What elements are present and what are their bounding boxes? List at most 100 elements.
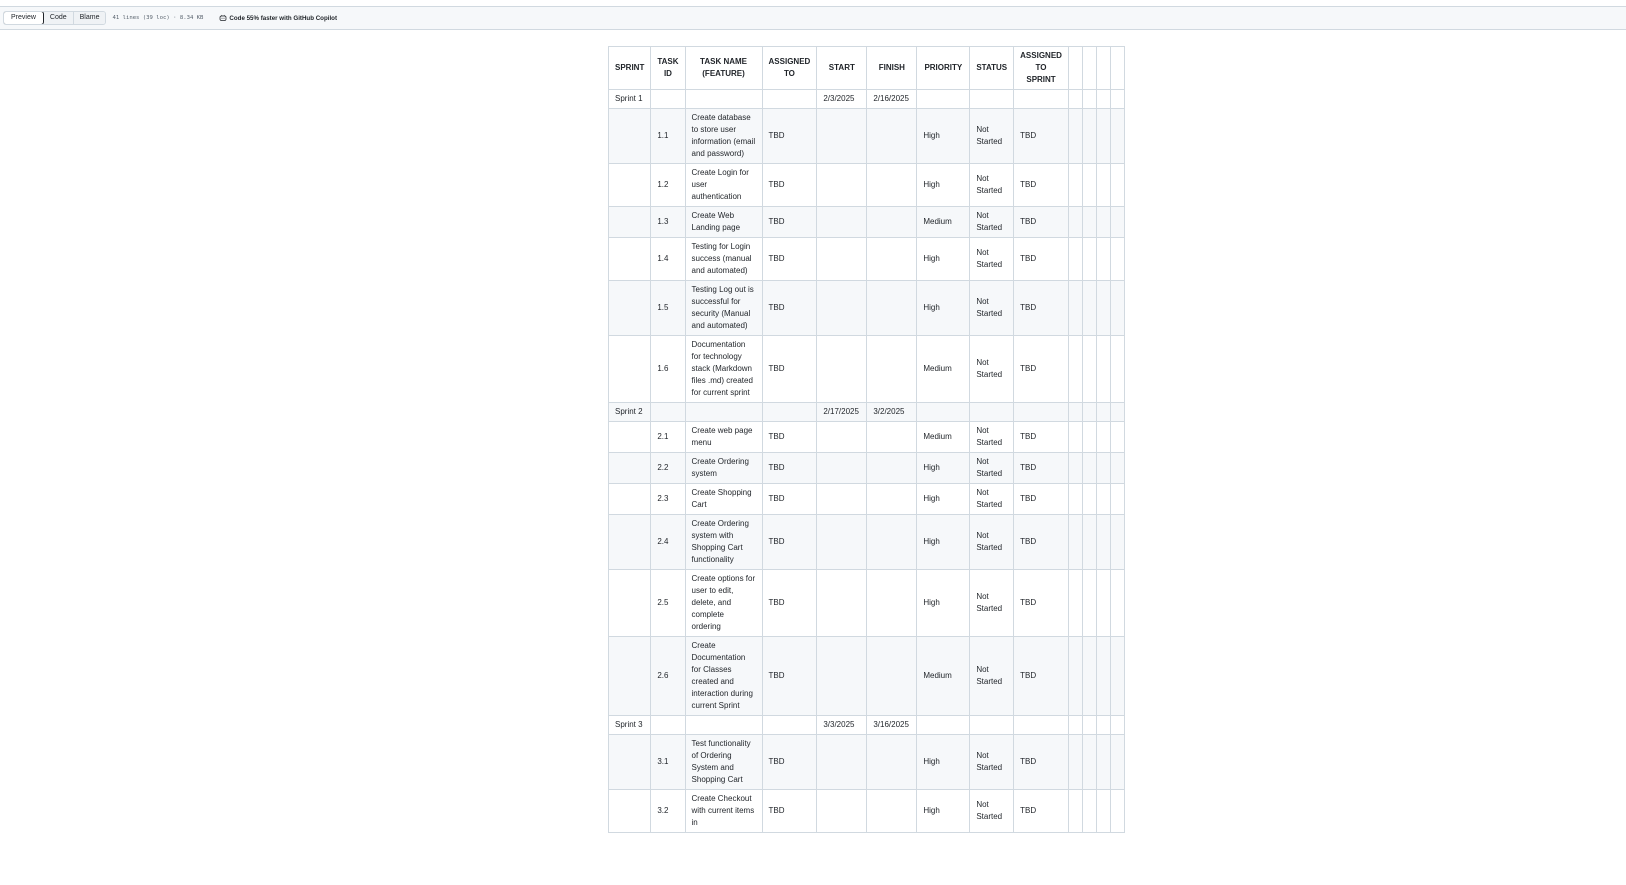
table-cell: 2.6: [650, 636, 686, 716]
file-toolbar: Preview Code Blame 41 lines (39 loc) · 8…: [0, 7, 1626, 30]
table-cell: [1095, 715, 1111, 735]
table-cell: TBD: [761, 163, 818, 207]
table-cell: [607, 421, 652, 453]
markdown-table-container: SPRINT TASK ID TASK NAME (FEATURE) ASSIGNED…: [607, 46, 1125, 833]
table-cell: [1095, 402, 1111, 422]
copilot-link[interactable]: Code 55% faster with GitHub Copilot: [219, 14, 337, 22]
table-cell: [1095, 734, 1111, 790]
table-cell: [1067, 452, 1083, 484]
column-header: TASK ID: [650, 46, 686, 90]
table-cell: [866, 163, 918, 207]
table-cell: High: [916, 452, 971, 484]
table-cell: [1109, 237, 1125, 281]
table-cell: [684, 402, 763, 422]
table-cell: High: [916, 734, 971, 790]
table-cell: [816, 514, 868, 570]
table-cell: Testing Log out is successful for securi…: [684, 280, 763, 336]
table-cell: [1081, 206, 1097, 238]
table-cell: [761, 89, 818, 109]
table-cell: High: [916, 237, 971, 281]
table-cell: [1067, 89, 1083, 109]
table-cell: Not Started: [969, 421, 1015, 453]
table-cell: [607, 237, 652, 281]
table-cell: [1067, 734, 1083, 790]
table-cell: [1095, 452, 1111, 484]
table-cell: [1081, 421, 1097, 453]
table-cell: [816, 163, 868, 207]
table-cell: [1109, 108, 1125, 164]
table-cell: [866, 421, 918, 453]
column-header: PRIORITY: [916, 46, 971, 90]
table-cell: TBD: [1013, 108, 1069, 164]
table-cell: [1081, 636, 1097, 716]
table-cell: TBD: [1013, 237, 1069, 281]
table-cell: High: [916, 789, 971, 833]
table-cell: [866, 734, 918, 790]
table-cell: [816, 335, 868, 403]
table-row: 1.1 Create database to store user informa…: [607, 108, 1125, 164]
view-mode-switcher: Preview Code Blame: [3, 11, 107, 25]
table-cell: [866, 789, 918, 833]
table-cell: Not Started: [969, 734, 1015, 790]
table-cell: Not Started: [969, 636, 1015, 716]
table-cell: High: [916, 569, 971, 637]
table-row: 3.1 Test functionality of Ordering System…: [607, 734, 1125, 790]
table-cell: [1081, 715, 1097, 735]
table-cell: TBD: [1013, 280, 1069, 336]
column-header: ASSIGNED TO SPRINT: [1013, 46, 1069, 90]
table-cell: [1095, 789, 1111, 833]
tab-code[interactable]: Code: [43, 12, 74, 24]
table-cell: 3.1: [650, 734, 686, 790]
table-row: Sprint 2 2/17/2025 3/2/2025: [607, 402, 1125, 422]
tab-blame[interactable]: Blame: [73, 12, 106, 24]
column-header: SPRINT: [607, 46, 652, 90]
table-row: 1.5 Testing Log out is successful for sec…: [607, 280, 1125, 336]
table-cell: [1109, 421, 1125, 453]
table-cell: [1081, 163, 1097, 207]
table-cell: 2/3/2025: [816, 89, 868, 109]
table-cell: Create Login for user authentication: [684, 163, 763, 207]
table-row: 2.2 Create Ordering system TBD High Not Star…: [607, 452, 1125, 484]
table-cell: [816, 452, 868, 484]
table-cell: 3/16/2025: [866, 715, 918, 735]
table-cell: [916, 715, 971, 735]
table-cell: [1081, 335, 1097, 403]
table-cell: 1.4: [650, 237, 686, 281]
table-cell: [1067, 335, 1083, 403]
table-row: 2.3 Create Shopping Cart TBD High Not Starte…: [607, 483, 1125, 515]
tab-preview[interactable]: Preview: [4, 12, 44, 24]
copilot-text: Code 55% faster with GitHub Copilot: [229, 14, 338, 22]
table-cell: [1081, 280, 1097, 336]
table-cell: TBD: [761, 108, 818, 164]
table-cell: [1067, 402, 1083, 422]
table-cell: TBD: [761, 514, 818, 570]
table-cell: [607, 280, 652, 336]
table-cell: [1081, 89, 1097, 109]
table-cell: [1067, 483, 1083, 515]
table-cell: 2.5: [650, 569, 686, 637]
table-cell: [916, 89, 971, 109]
table-cell: TBD: [761, 335, 818, 403]
table-cell: [650, 402, 686, 422]
table-cell: TBD: [761, 569, 818, 637]
table-cell: [1095, 108, 1111, 164]
table-cell: 2.4: [650, 514, 686, 570]
column-header: STATUS: [969, 46, 1015, 90]
table-cell: 1.3: [650, 206, 686, 238]
table-cell: [1081, 108, 1097, 164]
table-cell: [1095, 636, 1111, 716]
table-cell: [816, 483, 868, 515]
table-cell: [816, 206, 868, 238]
table-header-row: SPRINT TASK ID TASK NAME (FEATURE) ASSIGNED…: [607, 46, 1125, 90]
table-cell: Create Checkout with current items in: [684, 789, 763, 833]
table-cell: [1013, 715, 1069, 735]
table-cell: TBD: [1013, 421, 1069, 453]
table-cell: Sprint 3: [607, 715, 652, 735]
table-cell: [1067, 280, 1083, 336]
table-cell: Create Ordering system with Shopping Car…: [684, 514, 763, 570]
table-cell: [866, 206, 918, 238]
table-cell: [866, 514, 918, 570]
table-cell: Not Started: [969, 280, 1015, 336]
table-cell: [816, 569, 868, 637]
table-cell: Medium: [916, 636, 971, 716]
